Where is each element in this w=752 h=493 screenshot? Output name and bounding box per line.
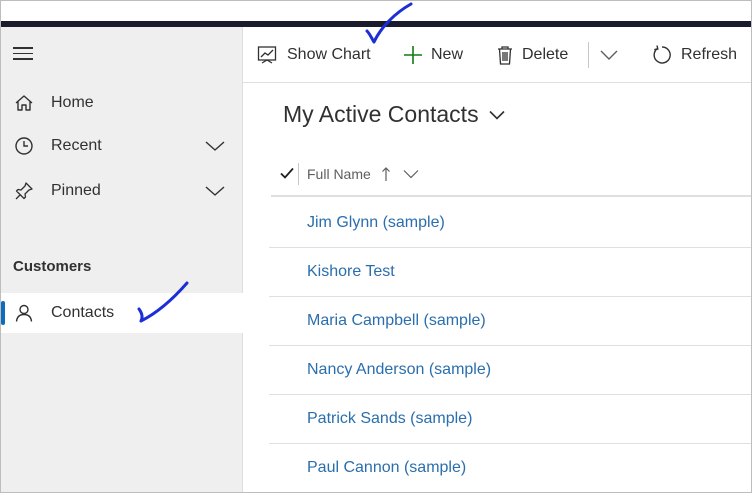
table-row[interactable]: Maria Campbell (sample) [269,297,751,346]
table-row[interactable]: Paul Cannon (sample) [269,444,751,492]
table-row[interactable]: Jim Glynn (sample) [269,199,751,248]
show-chart-label: Show Chart [287,46,371,63]
active-indicator [1,301,5,325]
more-commands-button[interactable] [600,41,626,69]
table-row[interactable]: Nancy Anderson (sample) [269,346,751,395]
show-chart-button[interactable]: Show Chart [257,41,371,69]
sidebar-item-contacts[interactable]: Contacts [1,293,243,333]
table-row[interactable]: Patrick Sands (sample) [269,395,751,444]
app-window: Home Recent Pinned Customers Contacts Sh… [0,0,752,493]
chart-icon [257,46,277,64]
sidebar-item-pinned[interactable]: Pinned [1,171,243,211]
clock-icon [15,137,33,155]
column-header-label: Full Name [307,166,371,182]
contact-link[interactable]: Patrick Sands (sample) [307,410,472,428]
sidebar-item-label: Pinned [51,182,101,199]
sidebar: Home Recent Pinned Customers Contacts [1,27,243,492]
refresh-icon [653,45,671,64]
sidebar-item-label: Contacts [51,304,115,321]
annotation-checkmark-icon [365,2,413,44]
header-divider [298,163,299,185]
chevron-down-icon [489,110,505,120]
refresh-button[interactable]: Refresh [651,41,737,69]
toolbar-divider [588,42,589,68]
sidebar-item-recent[interactable]: Recent [1,126,243,166]
annotation-checkmark-icon [137,281,189,323]
contact-link[interactable]: Nancy Anderson (sample) [307,361,491,379]
delete-label: Delete [522,46,569,63]
new-label: New [431,46,464,63]
column-header-full-name[interactable]: Full Name [307,166,419,182]
view-selector[interactable]: My Active Contacts [283,101,505,128]
pin-icon [15,182,33,200]
contact-link[interactable]: Jim Glynn (sample) [307,214,445,232]
contact-link[interactable]: Maria Campbell (sample) [307,312,486,330]
sidebar-item-label: Home [51,94,94,111]
select-all-checkmark-icon[interactable] [279,165,295,181]
chevron-down-icon [600,50,618,60]
chevron-down-icon[interactable] [205,185,225,197]
person-icon [15,304,33,322]
delete-button[interactable]: Delete [496,41,568,69]
contact-link[interactable]: Paul Cannon (sample) [307,459,466,477]
hamburger-menu-icon[interactable] [13,47,33,61]
sidebar-item-home[interactable]: Home [1,83,243,123]
command-bar: Show Chart New Delete Refresh [243,27,751,83]
grid-header: Full Name [271,153,751,197]
sidebar-section-title: Customers [13,258,92,275]
contact-link[interactable]: Kishore Test [307,263,395,281]
sidebar-item-label: Recent [51,137,102,154]
table-row[interactable]: Kishore Test [269,248,751,297]
sort-ascending-icon [381,167,390,181]
refresh-label: Refresh [681,46,738,63]
page-title: My Active Contacts [283,101,479,127]
trash-icon [498,46,512,65]
home-icon [15,95,33,111]
chevron-down-icon[interactable] [205,140,225,152]
chevron-down-icon [403,170,419,179]
